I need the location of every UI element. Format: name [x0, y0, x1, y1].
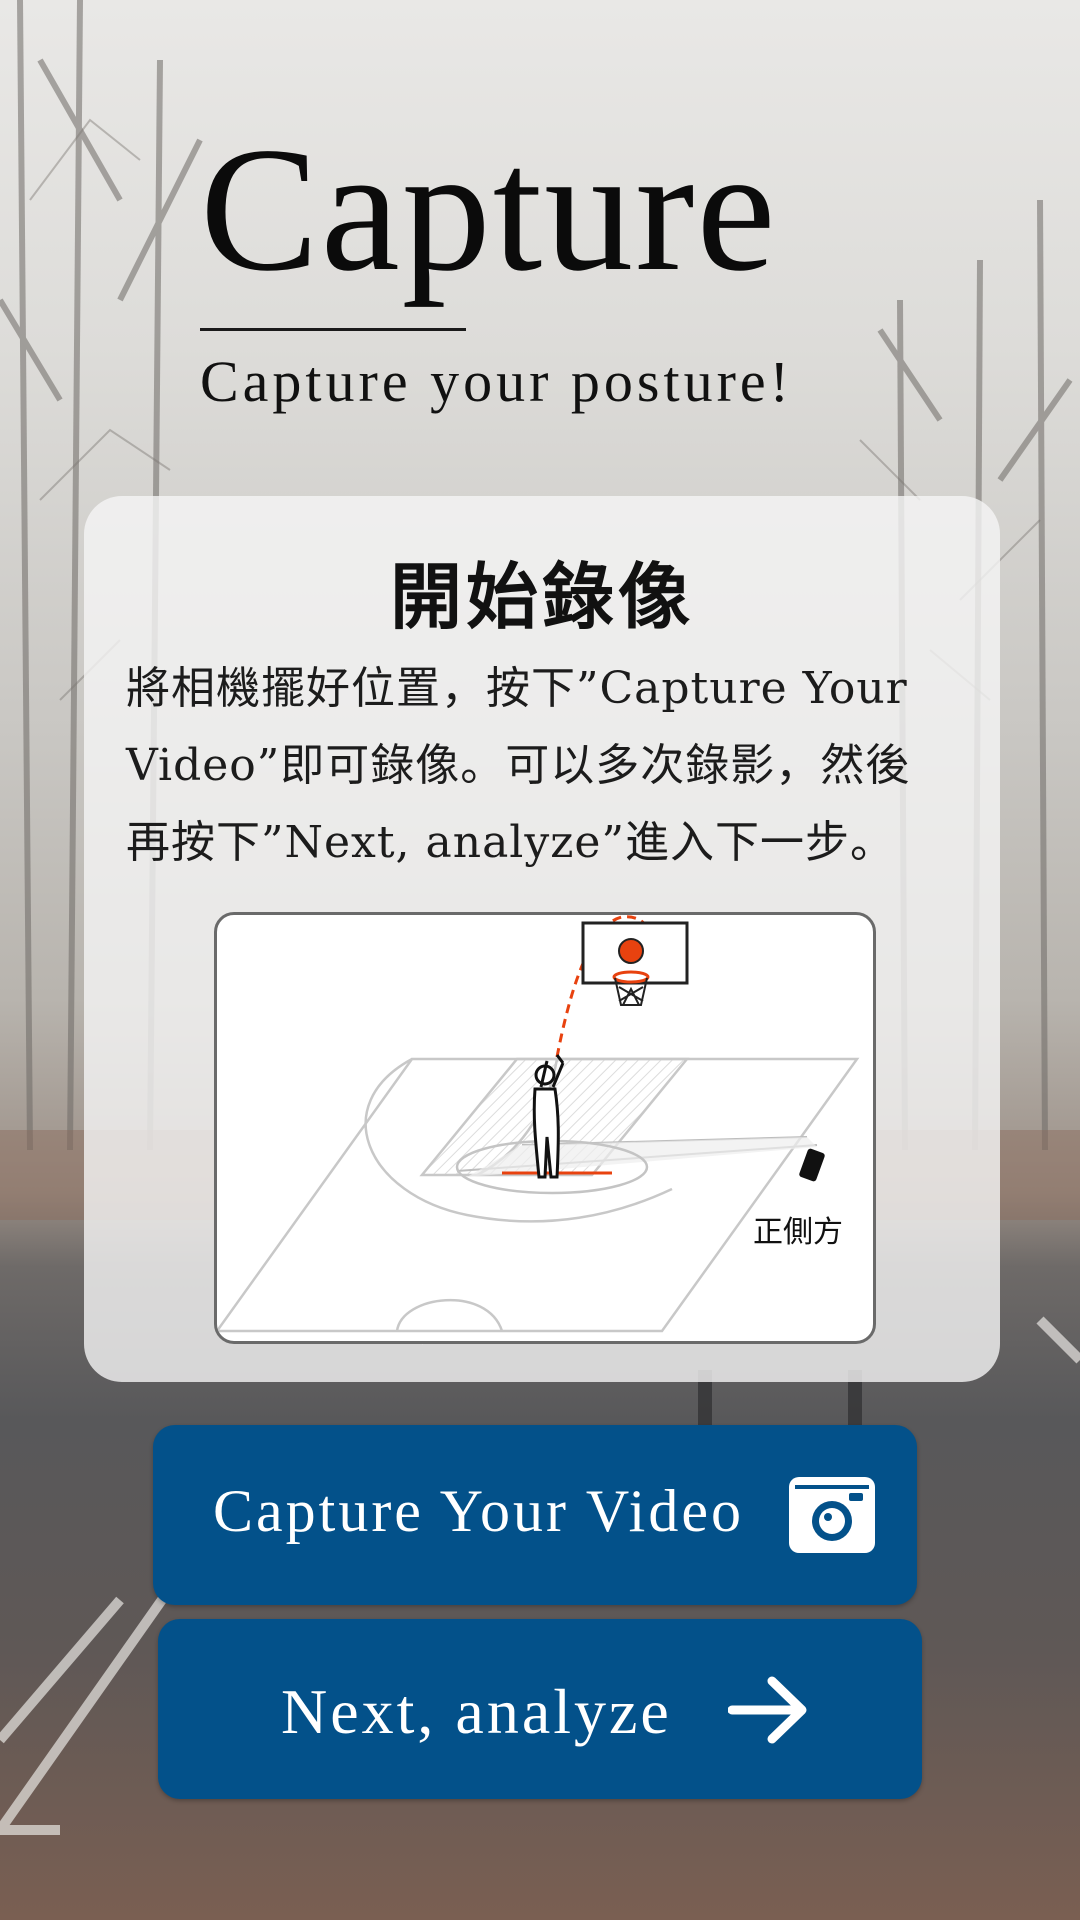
title-underline — [200, 328, 466, 331]
capture-video-label: Capture Your Video — [213, 1478, 744, 1544]
card-heading: 開始錄像 — [389, 555, 694, 639]
page-title: Capture — [200, 110, 778, 308]
arrow-right-icon — [728, 1676, 807, 1744]
card-instructions: 將相機擺好位置，按下”Capture Your Video”即可錄像。可以多次錄… — [126, 663, 911, 868]
instruction-card: 開始錄像 將相機擺好位置，按下”Capture Your Video”即可錄像。… — [84, 496, 1000, 1382]
capture-video-button[interactable]: Capture Your Video — [153, 1425, 917, 1605]
camera-phone-icon — [799, 1148, 825, 1182]
next-analyze-button[interactable]: Next, analyze — [158, 1619, 922, 1799]
next-analyze-label: Next, analyze — [281, 1676, 672, 1747]
player-figure-icon — [532, 1054, 565, 1179]
camera-icon — [789, 1477, 875, 1553]
page-subtitle: Capture your posture! — [200, 349, 793, 414]
diagram-label-side-view: 正側方 — [753, 1215, 843, 1250]
basketball-hoop-icon — [581, 921, 689, 1006]
camera-placement-diagram: 正側方 — [214, 912, 876, 1344]
